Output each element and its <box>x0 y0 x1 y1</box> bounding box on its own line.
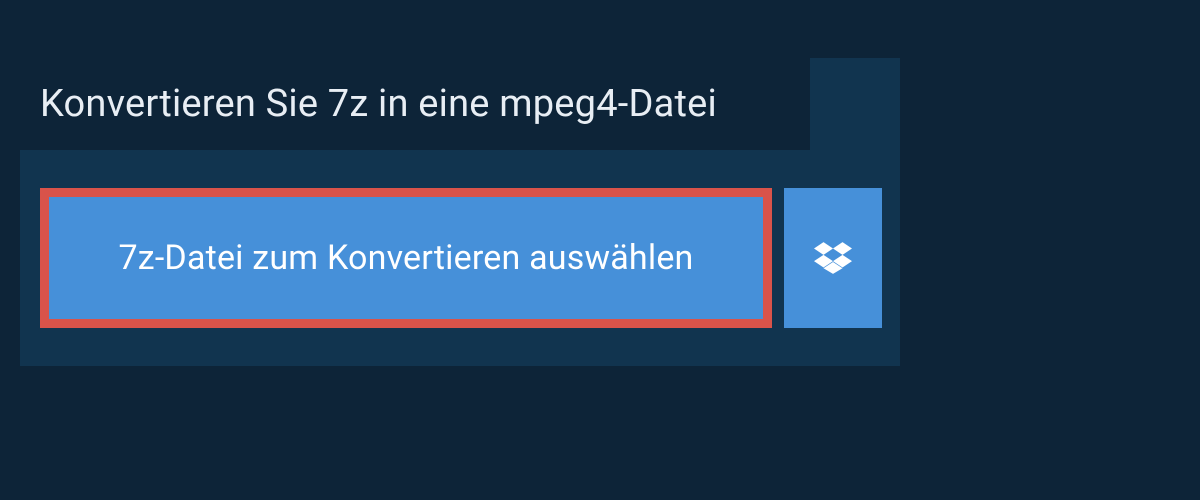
page-title: Konvertieren Sie 7z in eine mpeg4-Datei <box>40 82 717 126</box>
dropbox-icon <box>814 239 852 277</box>
select-file-button-label: 7z-Datei zum Konvertieren auswählen <box>118 238 693 278</box>
dropbox-button[interactable] <box>784 188 882 328</box>
upload-button-row: 7z-Datei zum Konvertieren auswählen <box>40 188 882 328</box>
converter-panel: Konvertieren Sie 7z in eine mpeg4-Datei … <box>20 58 900 366</box>
title-bar: Konvertieren Sie 7z in eine mpeg4-Datei <box>20 58 810 150</box>
select-file-button[interactable]: 7z-Datei zum Konvertieren auswählen <box>40 188 772 328</box>
